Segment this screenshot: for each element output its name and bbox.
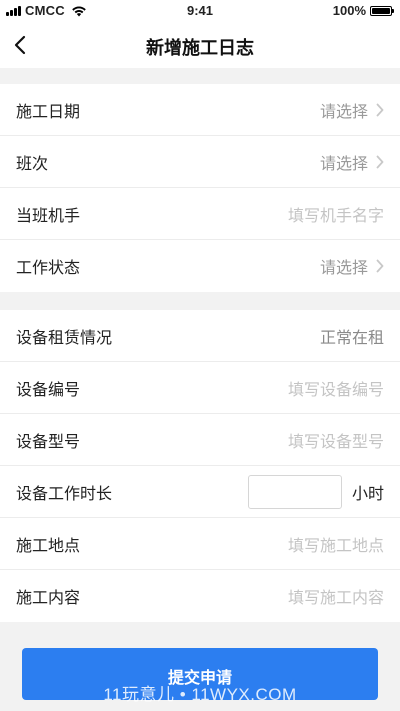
row-work-status[interactable]: 工作状态 请选择: [0, 240, 400, 292]
row-label: 班次: [16, 155, 49, 173]
shift-select-value: 请选择: [319, 155, 368, 173]
row-construction-site[interactable]: 施工地点 填写施工地点: [0, 518, 400, 570]
row-label: 施工内容: [16, 590, 81, 607]
status-right: 100%: [332, 3, 394, 18]
row-label: 设备型号: [16, 433, 81, 451]
watermark-text: 11玩意儿 • 11WYX.COM: [103, 685, 297, 704]
construction-site-input[interactable]: 填写施工地点: [288, 532, 384, 556]
row-label: 设备租赁情况: [16, 329, 113, 347]
row-label: 工作状态: [16, 260, 81, 277]
row-construction-content[interactable]: 施工内容 填写施工内容: [0, 570, 400, 622]
row-construction-date[interactable]: 施工日期 请选择: [0, 84, 400, 136]
row-rental-status: 设备租赁情况 正常在租: [0, 310, 400, 362]
work-hours-input[interactable]: [247, 474, 342, 509]
row-work-hours: 设备工作时长 小时: [0, 466, 400, 518]
equipment-number-input[interactable]: 填写设备编号: [288, 376, 384, 400]
construction-content-input[interactable]: 填写施工内容: [288, 584, 384, 608]
chevron-right-icon: [376, 103, 384, 117]
rental-status-value: 正常在租: [319, 329, 384, 347]
battery-icon: [370, 5, 394, 16]
row-equipment-number[interactable]: 设备编号 填写设备编号: [0, 362, 400, 414]
date-select-value: 请选择: [319, 103, 368, 121]
row-label: 施工地点: [16, 537, 81, 555]
form-group-schedule: 施工日期 请选择 班次 请选择 当班机手 填写机手名字 工作状态 请选择: [0, 84, 400, 292]
form-group-equipment: 设备租赁情况 正常在租 设备编号 填写设备编号 设备型号 填写设备型号 设备工作…: [0, 310, 400, 622]
battery-percent: 100%: [332, 3, 366, 18]
row-shift[interactable]: 班次 请选择: [0, 136, 400, 188]
page-title: 新增施工日志: [146, 38, 254, 58]
chevron-right-icon: [376, 259, 384, 273]
row-label: 设备工作时长: [16, 485, 113, 503]
row-operator[interactable]: 当班机手 填写机手名字: [0, 188, 400, 240]
chevron-right-icon: [376, 155, 384, 169]
nav-bar: 新增施工日志: [0, 22, 400, 68]
work-status-select-value: 请选择: [319, 260, 368, 277]
hours-unit: 小时: [351, 485, 384, 503]
operator-name-input[interactable]: 填写机手名字: [288, 202, 384, 226]
equipment-model-input[interactable]: 填写设备型号: [288, 428, 384, 452]
row-label: 当班机手: [16, 207, 81, 225]
row-label: 施工日期: [16, 103, 81, 121]
row-label: 设备编号: [16, 381, 81, 399]
row-equipment-model[interactable]: 设备型号 填写设备型号: [0, 414, 400, 466]
status-bar: CMCC 9:41 100%: [0, 0, 400, 22]
